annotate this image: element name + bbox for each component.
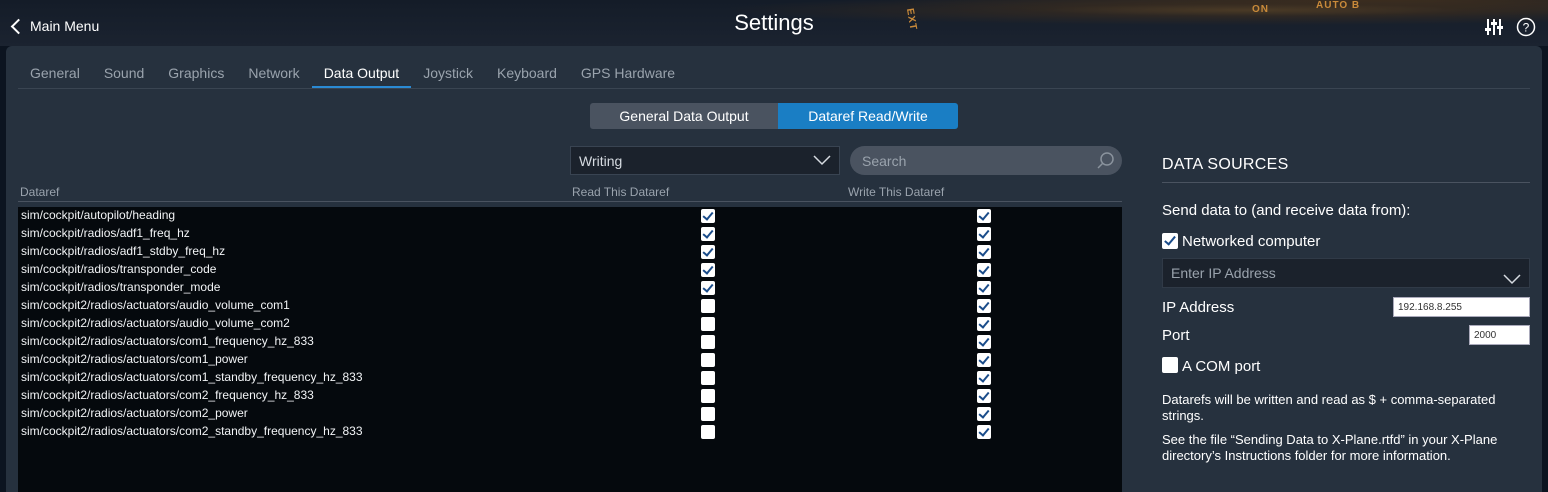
dataref-name: sim/cockpit2/radios/actuators/com1_power: [21, 352, 248, 366]
networked-computer-label: Networked computer: [1182, 233, 1321, 250]
dataref-read-write-button[interactable]: Dataref Read/Write: [778, 103, 958, 129]
help-icon[interactable]: ?: [1516, 17, 1538, 39]
write-dataref-checkbox[interactable]: [977, 389, 991, 403]
write-dataref-checkbox[interactable]: [977, 299, 991, 313]
dataref-name: sim/cockpit/radios/adf1_freq_hz: [21, 226, 190, 240]
ip-address-label: IP Address: [1162, 299, 1235, 316]
table-row: sim/cockpit2/radios/actuators/com1_stand…: [18, 369, 1122, 387]
write-dataref-checkbox[interactable]: [977, 407, 991, 421]
write-dataref-checkbox[interactable]: [977, 371, 991, 385]
ip-address-select[interactable]: Enter IP Address: [1162, 258, 1530, 288]
write-dataref-checkbox[interactable]: [977, 281, 991, 295]
write-dataref-checkbox[interactable]: [977, 425, 991, 439]
chevron-down-icon: [813, 153, 831, 169]
read-dataref-checkbox[interactable]: [701, 281, 715, 295]
dataref-name: sim/cockpit/radios/transponder_code: [21, 262, 217, 276]
search-input[interactable]: [850, 146, 1122, 175]
read-write-filter-value: Writing: [579, 152, 623, 169]
data-sources-divider: [1162, 182, 1530, 183]
column-header-read: Read This Dataref: [572, 185, 670, 199]
tabs-divider: [18, 88, 1530, 89]
write-dataref-checkbox[interactable]: [977, 263, 991, 277]
dataref-name: sim/cockpit2/radios/actuators/com2_power: [21, 406, 248, 420]
table-row: sim/cockpit2/radios/actuators/com2_stand…: [18, 423, 1122, 441]
read-dataref-checkbox[interactable]: [701, 263, 715, 277]
dataref-list: sim/cockpit/autopilot/heading sim/cockpit…: [18, 207, 1122, 492]
svg-text:?: ?: [1523, 21, 1530, 35]
search-icon[interactable]: [1096, 151, 1116, 176]
page-title: Settings: [734, 10, 814, 35]
port-input[interactable]: [1469, 325, 1530, 345]
column-header-write: Write This Dataref: [848, 185, 945, 199]
networked-computer-checkbox[interactable]: [1162, 233, 1178, 249]
com-port-checkbox[interactable]: [1162, 357, 1178, 373]
settings-tabs: General Sound Graphics Network Data Outp…: [18, 64, 687, 89]
table-row: sim/cockpit2/radios/actuators/com1_power: [18, 351, 1122, 369]
table-row: sim/cockpit2/radios/actuators/com2_power: [18, 405, 1122, 423]
tab-graphics[interactable]: Graphics: [156, 64, 236, 89]
dataref-name: sim/cockpit/autopilot/heading: [21, 208, 176, 222]
table-row: sim/cockpit2/radios/actuators/audio_volu…: [18, 297, 1122, 315]
table-row: sim/cockpit/autopilot/heading: [18, 207, 1122, 225]
sliders-icon[interactable]: [1484, 17, 1506, 39]
table-row: sim/cockpit/radios/adf1_freq_hz: [18, 225, 1122, 243]
table-row: sim/cockpit/radios/adf1_stdby_freq_hz: [18, 243, 1122, 261]
read-dataref-checkbox[interactable]: [701, 209, 715, 223]
write-dataref-checkbox[interactable]: [977, 317, 991, 331]
dataref-name: sim/cockpit2/radios/actuators/audio_volu…: [21, 298, 290, 312]
settings-panel: General Sound Graphics Network Data Outp…: [6, 46, 1542, 492]
general-data-output-button[interactable]: General Data Output: [590, 103, 778, 129]
format-info-text: Datarefs will be written and read as $ +…: [1162, 392, 1496, 423]
output-mode-segmented-control: General Data Output Dataref Read/Write: [590, 103, 958, 129]
table-row: sim/cockpit2/radios/actuators/com2_frequ…: [18, 387, 1122, 405]
com-port-label: A COM port: [1182, 358, 1261, 375]
send-data-label: Send data to (and receive data from):: [1162, 202, 1411, 219]
write-dataref-checkbox[interactable]: [977, 209, 991, 223]
read-dataref-checkbox[interactable]: [701, 317, 715, 331]
column-header-dataref: Dataref: [20, 185, 60, 199]
header-divider: [18, 201, 1122, 202]
tab-keyboard[interactable]: Keyboard: [485, 64, 569, 89]
tab-gps-hardware[interactable]: GPS Hardware: [569, 64, 687, 89]
table-row: sim/cockpit/radios/transponder_mode: [18, 279, 1122, 297]
read-dataref-checkbox[interactable]: [701, 425, 715, 439]
read-dataref-checkbox[interactable]: [701, 245, 715, 259]
dataref-name: sim/cockpit2/radios/actuators/com1_frequ…: [21, 334, 314, 348]
write-dataref-checkbox[interactable]: [977, 335, 991, 349]
read-dataref-checkbox[interactable]: [701, 407, 715, 421]
table-row: sim/cockpit2/radios/actuators/com1_frequ…: [18, 333, 1122, 351]
tab-network[interactable]: Network: [236, 64, 311, 89]
table-row: sim/cockpit2/radios/actuators/audio_volu…: [18, 315, 1122, 333]
instructions-info-text: See the file “Sending Data to X-Plane.rt…: [1162, 432, 1498, 463]
tab-general[interactable]: General: [18, 64, 92, 89]
port-label: Port: [1162, 327, 1190, 344]
write-dataref-checkbox[interactable]: [977, 353, 991, 367]
read-write-filter-select[interactable]: Writing: [570, 146, 840, 175]
table-row: sim/cockpit/radios/transponder_code: [18, 261, 1122, 279]
read-dataref-checkbox[interactable]: [701, 335, 715, 349]
dataref-name: sim/cockpit2/radios/actuators/com1_stand…: [21, 370, 363, 384]
read-dataref-checkbox[interactable]: [701, 389, 715, 403]
write-dataref-checkbox[interactable]: [977, 227, 991, 241]
dataref-name: sim/cockpit/radios/transponder_mode: [21, 280, 221, 294]
read-dataref-checkbox[interactable]: [701, 227, 715, 241]
ip-address-select-placeholder: Enter IP Address: [1171, 265, 1276, 281]
tab-data-output[interactable]: Data Output: [311, 64, 412, 89]
read-dataref-checkbox[interactable]: [701, 299, 715, 313]
dataref-name: sim/cockpit2/radios/actuators/com2_frequ…: [21, 388, 314, 402]
tab-joystick[interactable]: Joystick: [411, 64, 485, 89]
dataref-name: sim/cockpit2/radios/actuators/audio_volu…: [21, 316, 290, 330]
dataref-name: sim/cockpit/radios/adf1_stdby_freq_hz: [21, 244, 226, 258]
tab-sound[interactable]: Sound: [92, 64, 156, 89]
write-dataref-checkbox[interactable]: [977, 245, 991, 259]
data-sources-title: DATA SOURCES: [1162, 156, 1289, 173]
ip-address-input[interactable]: [1393, 297, 1530, 317]
chevron-down-icon: [1503, 266, 1521, 294]
top-bar: ON AUTO B EXT Main Menu Settings ?: [0, 0, 1548, 46]
read-dataref-checkbox[interactable]: [701, 353, 715, 367]
read-dataref-checkbox[interactable]: [701, 371, 715, 385]
dataref-name: sim/cockpit2/radios/actuators/com2_stand…: [21, 424, 363, 438]
